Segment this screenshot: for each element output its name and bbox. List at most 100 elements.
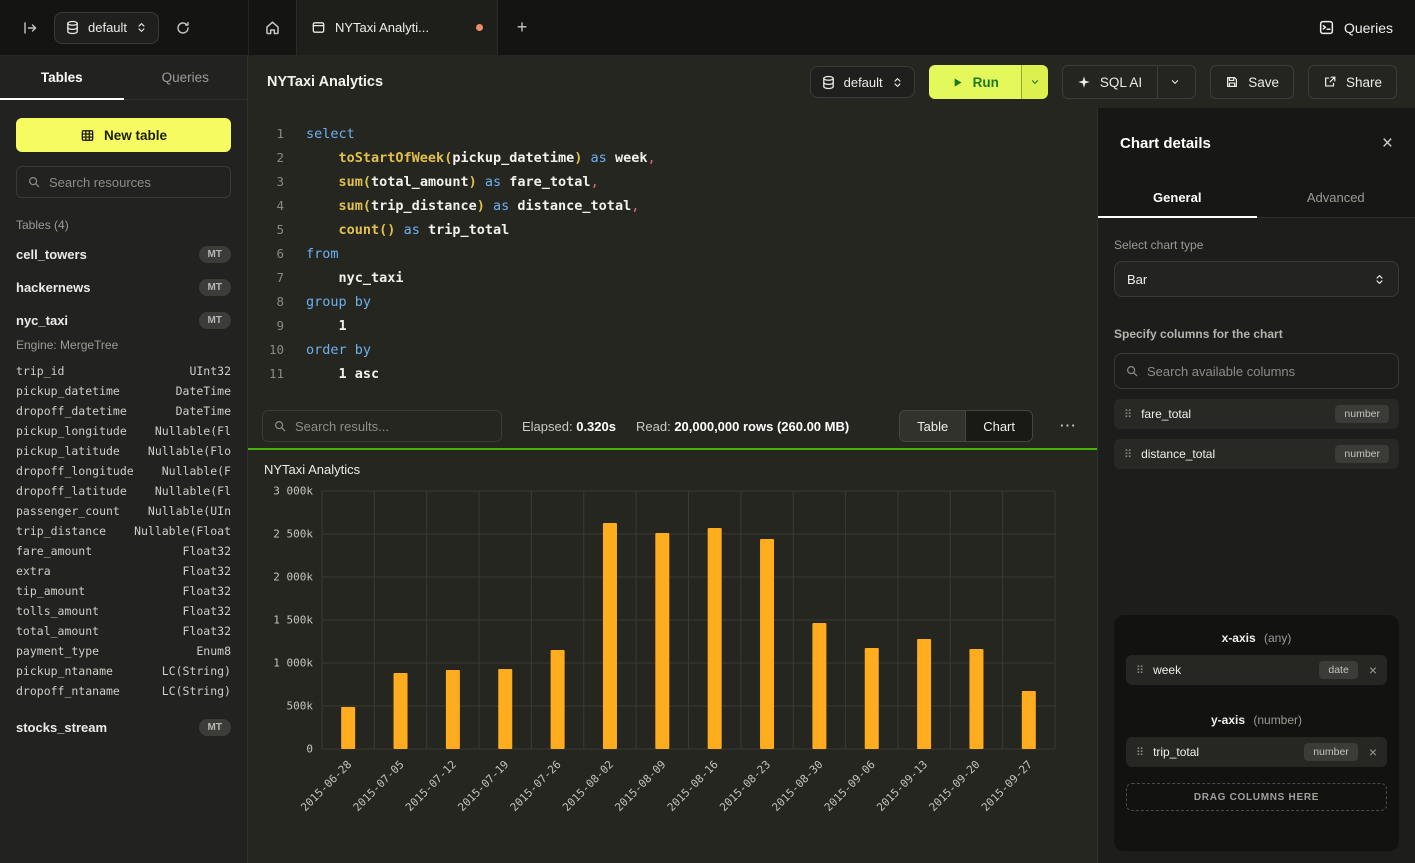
panel-tab-general[interactable]: General [1098,178,1257,217]
drag-handle-icon[interactable]: ⠿ [1124,448,1132,461]
x-axis-chip[interactable]: ⠿ week date × [1126,655,1387,685]
column-type: Nullable(F [162,464,231,478]
column-item[interactable]: pickup_longitudeNullable(Fl [16,421,231,441]
column-item[interactable]: dropoff_longitude Nullable(F [16,461,231,481]
new-tab-button[interactable]: + [498,0,546,55]
columns-search-input[interactable] [1147,364,1388,379]
column-item[interactable]: fare_amountFloat32 [16,541,231,561]
table-item[interactable]: hackernewsMT [16,271,231,304]
queries-button[interactable]: Queries [1318,19,1393,36]
query-tab[interactable]: NYTaxi Analyti... [296,0,498,55]
svg-text:2015-07-05: 2015-07-05 [351,758,407,814]
database-selector[interactable]: default [54,12,159,44]
results-search-input[interactable] [295,419,491,434]
bar [551,650,565,749]
line-number: 7 [248,266,284,290]
close-button[interactable]: × [1382,134,1393,153]
refresh-button[interactable] [171,16,195,40]
table-item[interactable]: nyc_taxiMT [16,304,231,337]
svg-text:3 000k: 3 000k [273,485,313,498]
drag-handle-icon[interactable]: ⠿ [1124,408,1132,421]
column-item[interactable]: trip_distanceNullable(Float [16,521,231,541]
code-line[interactable]: 6from [248,242,1097,266]
code-line[interactable]: 1select [248,122,1097,146]
column-item[interactable]: pickup_datetimeDateTime [16,381,231,401]
column-name: dropoff_latitude [16,484,127,498]
code-line[interactable]: 3 sum(total_amount) as fare_total, [248,170,1097,194]
code-line[interactable]: 7 nyc_taxi [248,266,1097,290]
column-type: DateTime [176,404,231,418]
type-badge: number [1335,405,1389,423]
collapse-sidebar-button[interactable] [18,16,42,40]
panel-tab-advanced[interactable]: Advanced [1257,178,1415,217]
drop-zone[interactable]: DRAG COLUMNS HERE [1126,783,1387,811]
column-item[interactable]: extraFloat32 [16,561,231,581]
home-button[interactable] [248,0,296,55]
sql-ai-button[interactable]: SQL AI [1062,65,1196,99]
column-item[interactable]: pickup_latitudeNullable(Flo [16,441,231,461]
y-axis-chip[interactable]: ⠿ trip_total number × [1126,737,1387,767]
column-item[interactable]: payment_typeEnum8 [16,641,231,661]
run-options-button[interactable] [1021,65,1048,99]
code-line[interactable]: 5 count() as trip_total [248,218,1097,242]
column-name: tolls_amount [16,604,99,618]
column-chip[interactable]: ⠿ fare_total number [1114,399,1399,429]
column-item[interactable]: pickup_ntanameLC(String) [16,661,231,681]
updown-chevron-icon [1373,273,1386,286]
chart-type-select[interactable]: Bar [1114,261,1399,297]
column-item[interactable]: dropoff_latitudeNullable(Fl [16,481,231,501]
remove-y-axis-icon[interactable]: × [1367,745,1377,759]
svg-text:2015-09-27: 2015-09-27 [979,758,1035,814]
home-icon [264,19,281,36]
tables-list: cell_towersMThackernewsMTnyc_taxiMTEngin… [0,234,247,863]
table-item[interactable]: cell_towersMT [16,238,231,271]
code-line[interactable]: 11 1 asc [248,362,1097,386]
sidebar-tab-tables[interactable]: Tables [0,56,124,99]
results-toolbar: Elapsed: 0.320s Read: 20,000,000 rows (2… [248,404,1097,448]
drag-handle-icon[interactable]: ⠿ [1136,746,1144,759]
more-options-button[interactable]: ⋯ [1053,416,1083,436]
drag-handle-icon[interactable]: ⠿ [1136,664,1144,677]
code-line[interactable]: 10order by [248,338,1097,362]
share-button[interactable]: Share [1308,65,1397,99]
view-table-button[interactable]: Table [900,411,966,441]
column-type: UInt32 [189,364,231,378]
line-number: 6 [248,242,284,266]
column-item[interactable]: passenger_countNullable(UIn [16,501,231,521]
column-item[interactable]: dropoff_ntanameLC(String) [16,681,231,701]
code-text: count() as trip_total [284,218,509,242]
sidebar-tab-queries[interactable]: Queries [124,56,248,99]
chip-name: fare_total [1141,407,1191,421]
query-header: NYTaxi Analytics default Run [248,56,1415,108]
view-chart-button[interactable]: Chart [966,411,1032,441]
code-line[interactable]: 4 sum(trip_distance) as distance_total, [248,194,1097,218]
remove-x-axis-icon[interactable]: × [1367,663,1377,677]
svg-text:2 000k: 2 000k [273,571,313,584]
column-item[interactable]: total_amountFloat32 [16,621,231,641]
svg-text:0: 0 [306,743,313,756]
column-item[interactable]: tip_amountFloat32 [16,581,231,601]
new-table-button[interactable]: New table [16,118,231,152]
resource-search[interactable] [16,166,231,198]
results-search[interactable] [262,410,502,442]
line-number: 5 [248,218,284,242]
column-item[interactable]: dropoff_datetimeDateTime [16,401,231,421]
column-item[interactable]: tolls_amountFloat32 [16,601,231,621]
code-line[interactable]: 2 toStartOfWeek(pickup_datetime) as week… [248,146,1097,170]
save-button[interactable]: Save [1210,65,1294,99]
code-text: nyc_taxi [284,266,404,290]
table-item[interactable]: stocks_streamMT [16,711,231,744]
database-selector-header[interactable]: default [810,66,915,98]
columns-search[interactable] [1114,353,1399,389]
column-chip[interactable]: ⠿distance_totalnumber [1114,439,1399,469]
svg-text:2 500k: 2 500k [273,528,313,541]
column-name: dropoff_longitude [16,464,134,478]
table-engine-label: Engine: MergeTree [16,338,231,352]
code-line[interactable]: 8group by [248,290,1097,314]
column-item[interactable]: trip_idUInt32 [16,361,231,381]
run-button[interactable]: Run [929,65,1021,99]
panel-tabs: General Advanced [1098,178,1415,218]
sql-editor[interactable]: 1select2 toStartOfWeek(pickup_datetime) … [248,108,1097,404]
resource-search-input[interactable] [49,175,220,190]
code-line[interactable]: 9 1 [248,314,1097,338]
